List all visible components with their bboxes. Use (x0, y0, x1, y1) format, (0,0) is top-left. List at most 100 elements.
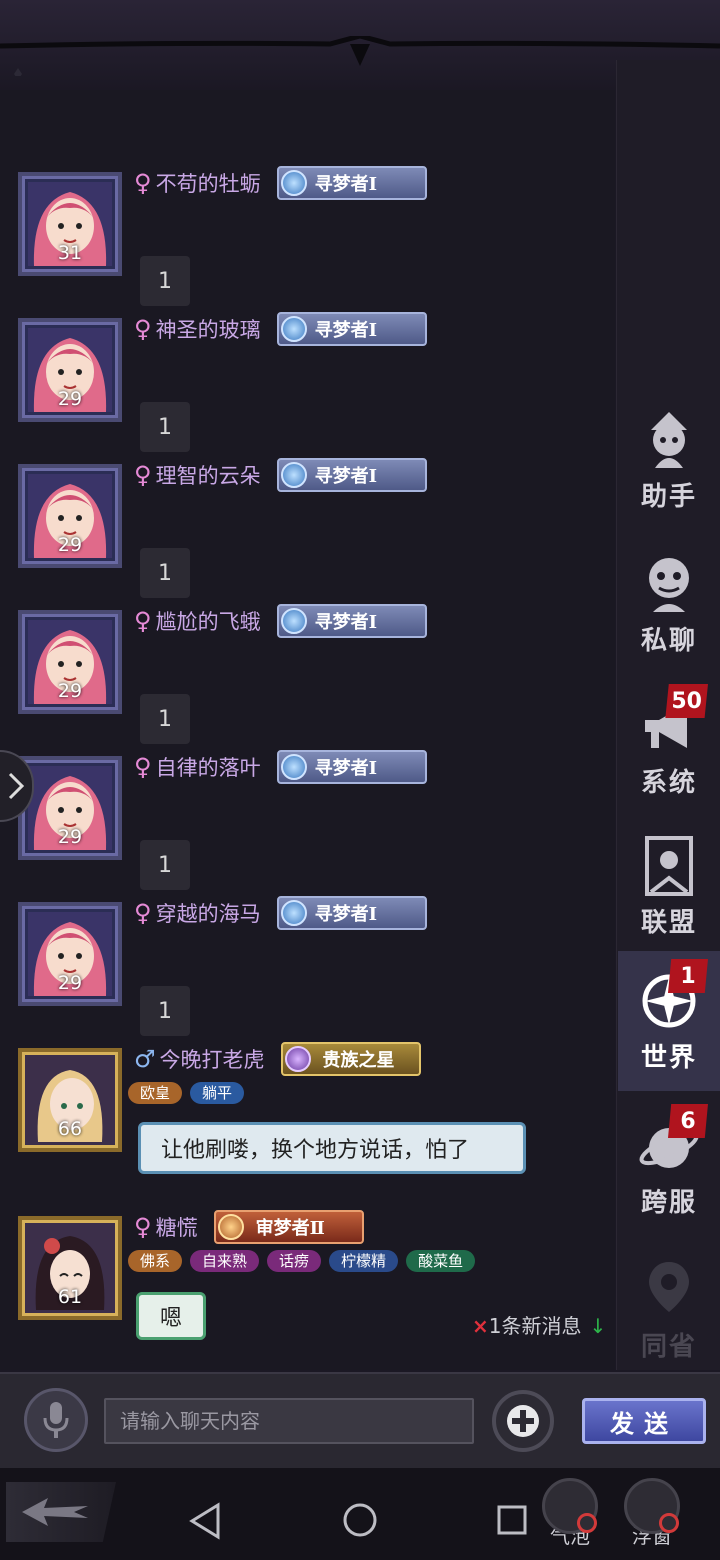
disabled-icon (659, 1513, 679, 1533)
sidebar-label-same-province: 同省 (640, 1331, 697, 1362)
avatar[interactable]: 29 (18, 610, 122, 714)
sender-row: ♀ 穿越的海马 寻梦者Ⅰ (134, 896, 427, 930)
rank-label: 寻梦者Ⅰ (314, 174, 377, 195)
tag: 酸菜鱼 (406, 1250, 476, 1272)
sender-name[interactable]: 不苟的牡蛎 (156, 168, 261, 198)
world-unread-badge: 1 (668, 959, 708, 993)
female-icon: ♀ (134, 315, 152, 343)
sender-row: ♀ 糖慌 审梦者Ⅱ (134, 1210, 364, 1244)
sender-name[interactable]: 今晚打老虎 (160, 1044, 265, 1074)
top-ornament-decoration (0, 36, 720, 76)
rank-badge: 审梦者Ⅱ (213, 1210, 364, 1244)
cross-server-unread-badge: 6 (668, 1104, 708, 1138)
sender-row: ♂ 今晚打老虎 贵族之星 (134, 1042, 421, 1076)
chat-message: 66 ♂ 今晚打老虎 贵族之星 欧皇 躺平 让他刷喽，换个地方说话，怕了 (0, 1042, 615, 1188)
avatar[interactable]: 31 (18, 172, 122, 276)
avatar[interactable]: 29 (18, 318, 122, 422)
rank-label: 寻梦者Ⅰ (314, 320, 377, 341)
female-icon: ♀ (134, 461, 152, 489)
sidebar-item-world[interactable]: 世界 1 (618, 951, 720, 1091)
tag: 佛系 (128, 1250, 183, 1272)
sidebar-label-cross-server: 跨服 (640, 1187, 697, 1218)
female-icon: ♀ (134, 607, 152, 635)
chevron-right-icon (8, 772, 25, 800)
rank-label: 寻梦者Ⅰ (314, 466, 377, 487)
message-bubble[interactable]: 1 (140, 694, 190, 744)
sender-name[interactable]: 自律的落叶 (156, 752, 261, 782)
message-bubble[interactable]: 1 (140, 256, 190, 306)
sidebar-item-private-chat[interactable]: 私聊 (618, 534, 720, 674)
sender-name[interactable]: 理智的云朵 (156, 460, 261, 490)
sender-name[interactable]: 糖慌 (156, 1212, 198, 1242)
sidebar-item-assistant[interactable]: 助手 (618, 390, 720, 530)
tag: 自来熟 (190, 1250, 260, 1272)
new-message-notice[interactable]: ×1条新消息 ↓ (472, 1310, 606, 1339)
chat-message: 29 ♀ 尴尬的飞蛾 寻梦者Ⅰ 1 (0, 604, 615, 750)
sender-name[interactable]: 神圣的玻璃 (156, 314, 261, 344)
sidebar-item-alliance[interactable]: 联盟 (618, 816, 720, 956)
sidebar-item-system[interactable]: 系统 50 (618, 676, 720, 816)
chat-text-input[interactable] (104, 1398, 474, 1444)
wing-back-icon (22, 1498, 88, 1526)
assistant-icon (651, 411, 687, 468)
avatar-level: 29 (57, 680, 83, 702)
avatar-level: 31 (57, 242, 83, 264)
avatar[interactable]: 66 (18, 1048, 122, 1152)
rank-label: 寻梦者Ⅰ (314, 758, 377, 779)
location-pin-icon (649, 1261, 689, 1312)
sidebar-label-private-chat: 私聊 (640, 625, 697, 656)
nav-home-icon[interactable] (342, 1502, 378, 1538)
chat-message: 29 ♀ 神圣的玻璃 寻梦者Ⅰ 1 (0, 312, 615, 458)
tag: 欧皇 (128, 1082, 183, 1104)
swirl-icon (280, 754, 307, 780)
avatar-level: 66 (57, 1118, 83, 1140)
avatar-level: 29 (57, 972, 83, 994)
rank-badge: 贵族之星 (280, 1042, 421, 1076)
float-window-toggle-button[interactable]: 浮窗 (624, 1478, 680, 1549)
message-bubble[interactable]: 1 (140, 986, 190, 1036)
message-bubble[interactable]: 让他刷喽，换个地方说话，怕了 (138, 1122, 526, 1174)
seal-icon (217, 1214, 244, 1240)
avatar[interactable]: 29 (18, 464, 122, 568)
sidebar-item-cross-server[interactable]: 跨服 6 (618, 1096, 720, 1236)
avatar-level: 29 (57, 388, 83, 410)
avatar[interactable]: 61 (18, 1216, 122, 1320)
nav-recents-icon[interactable] (496, 1504, 528, 1536)
avatar-level: 61 (57, 1286, 83, 1308)
bubble-toggle-button[interactable]: 气泡 (542, 1478, 598, 1549)
game-back-button[interactable] (6, 1482, 116, 1542)
avatar-level: 29 (57, 534, 83, 556)
sender-name[interactable]: 尴尬的飞蛾 (156, 606, 261, 636)
rank-badge: 寻梦者Ⅰ (276, 166, 427, 200)
female-icon: ♀ (134, 169, 152, 197)
rank-label: 寻梦者Ⅰ (314, 904, 377, 925)
add-attachment-button[interactable] (492, 1390, 554, 1452)
close-icon[interactable]: × (472, 1314, 489, 1338)
tag: 躺平 (190, 1082, 245, 1104)
sender-name[interactable]: 穿越的海马 (156, 898, 261, 928)
avatar[interactable]: 29 (18, 756, 122, 860)
chat-message: 29 ♀ 穿越的海马 寻梦者Ⅰ 1 (0, 896, 615, 1042)
rank-badge: 寻梦者Ⅰ (276, 896, 427, 930)
chat-input-bar: 发送 (0, 1372, 720, 1468)
message-bubble[interactable]: 1 (140, 402, 190, 452)
chat-message: 31 ♀ 不苟的牡蛎 寻梦者Ⅰ 1 (0, 166, 615, 312)
tag: 柠檬精 (329, 1250, 399, 1272)
sidebar-label-world: 世界 (640, 1042, 697, 1073)
nav-back-icon[interactable] (188, 1502, 222, 1540)
message-bubble[interactable]: 1 (140, 840, 190, 890)
microphone-icon (43, 1402, 69, 1438)
disabled-icon (577, 1513, 597, 1533)
avatar[interactable]: 29 (18, 902, 122, 1006)
sidebar-label-assistant: 助手 (640, 481, 697, 512)
sender-row: ♀ 理智的云朵 寻梦者Ⅰ (134, 458, 427, 492)
float-window-icon (624, 1478, 680, 1534)
voice-input-button[interactable] (24, 1388, 88, 1452)
private-chat-icon (649, 557, 689, 612)
rank-badge: 寻梦者Ⅰ (276, 604, 427, 638)
tag-row: 欧皇 躺平 (128, 1082, 252, 1104)
system-navigation-bar: 气泡 浮窗 (0, 1468, 720, 1560)
message-bubble[interactable]: 1 (140, 548, 190, 598)
message-bubble[interactable]: 嗯 (136, 1292, 206, 1340)
send-button[interactable]: 发送 (582, 1398, 706, 1444)
